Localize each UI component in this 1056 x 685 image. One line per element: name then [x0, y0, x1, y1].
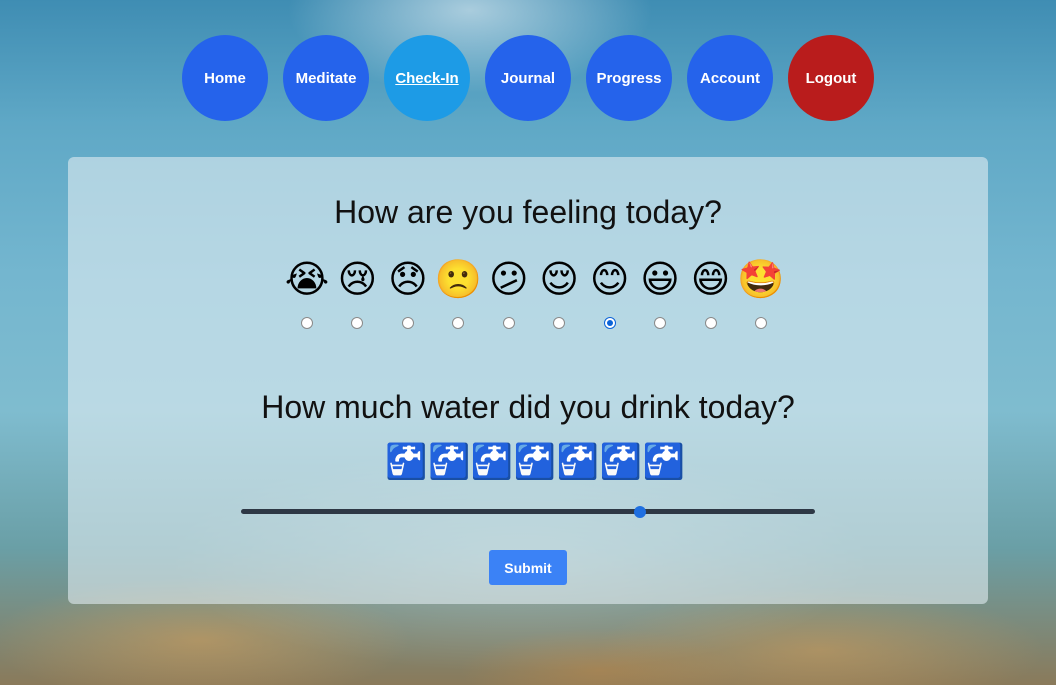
nav-account-button[interactable]: Account	[687, 35, 773, 121]
check-in-card: How are you feeling today? 😭 😢 😞 🙁 😕 😌 😊	[68, 157, 988, 604]
mood-radio[interactable]	[654, 317, 667, 329]
mood-option: 😊	[587, 257, 633, 329]
nav-journal-button[interactable]: Journal	[485, 35, 571, 121]
disappointed-face-icon: 😞	[388, 259, 428, 301]
mood-option: 😢	[334, 257, 380, 329]
mood-option: 😞	[385, 257, 431, 329]
water-tap-icon: 🚰	[642, 443, 685, 481]
mood-radio[interactable]	[553, 317, 566, 329]
water-question: How much water did you drink today?	[261, 389, 795, 425]
confused-face-icon: 😕	[488, 259, 529, 301]
slider-track	[241, 509, 815, 514]
mood-radio[interactable]	[704, 317, 717, 329]
star-struck-face-icon: 🤩	[737, 259, 785, 301]
water-tap-icon: 🚰	[599, 443, 643, 481]
water-slider[interactable]	[241, 506, 815, 518]
nav-home-button[interactable]: Home	[182, 35, 268, 121]
mood-option: 🙁	[434, 257, 482, 329]
nav-bar: Home Meditate Check-In Journal Progress …	[182, 35, 874, 121]
water-tap-icon: 🚰	[556, 443, 600, 481]
nav-meditate-button[interactable]: Meditate	[283, 35, 369, 121]
submit-button[interactable]: Submit	[489, 550, 567, 585]
mood-option: 😃	[637, 257, 683, 329]
water-tap-icon: 🚰	[513, 443, 557, 481]
mood-question: How are you feeling today?	[334, 194, 722, 230]
mood-option: 😕	[486, 257, 532, 329]
mood-radio[interactable]	[452, 317, 465, 329]
mood-radio[interactable]	[301, 317, 313, 329]
mood-option: 🤩	[737, 257, 785, 329]
mood-radio[interactable]	[401, 317, 414, 329]
water-tap-icon: 🚰	[470, 443, 514, 481]
smiling-face-icon: 😊	[589, 259, 630, 301]
slider-thumb[interactable]	[633, 506, 646, 518]
beaming-face-icon: 😄	[690, 259, 731, 301]
mood-radio[interactable]	[351, 317, 364, 329]
mood-option: 😌	[536, 257, 582, 329]
nav-progress-button[interactable]: Progress	[586, 35, 672, 121]
water-icons: 🚰 🚰 🚰 🚰 🚰 🚰 🚰	[385, 439, 685, 485]
mood-radio[interactable]	[754, 317, 767, 329]
mood-option: 😄	[688, 257, 734, 329]
sobbing-face-icon: 😭	[284, 259, 330, 301]
mood-radio[interactable]	[502, 317, 515, 329]
water-tap-icon: 🚰	[427, 443, 471, 481]
crying-face-icon: 😢	[337, 259, 378, 301]
nav-check-in-button[interactable]: Check-In	[384, 35, 470, 121]
grinning-face-icon: 😃	[640, 259, 680, 301]
mood-option: 😭	[284, 257, 330, 329]
mood-options: 😭 😢 😞 🙁 😕 😌 😊 😃 😄 🤩	[284, 257, 785, 329]
frowning-face-icon: 🙁	[434, 259, 482, 301]
relieved-face-icon: 😌	[539, 259, 579, 301]
nav-logout-button[interactable]: Logout	[788, 35, 874, 121]
mood-radio[interactable]	[603, 317, 616, 329]
water-tap-icon: 🚰	[385, 443, 428, 481]
